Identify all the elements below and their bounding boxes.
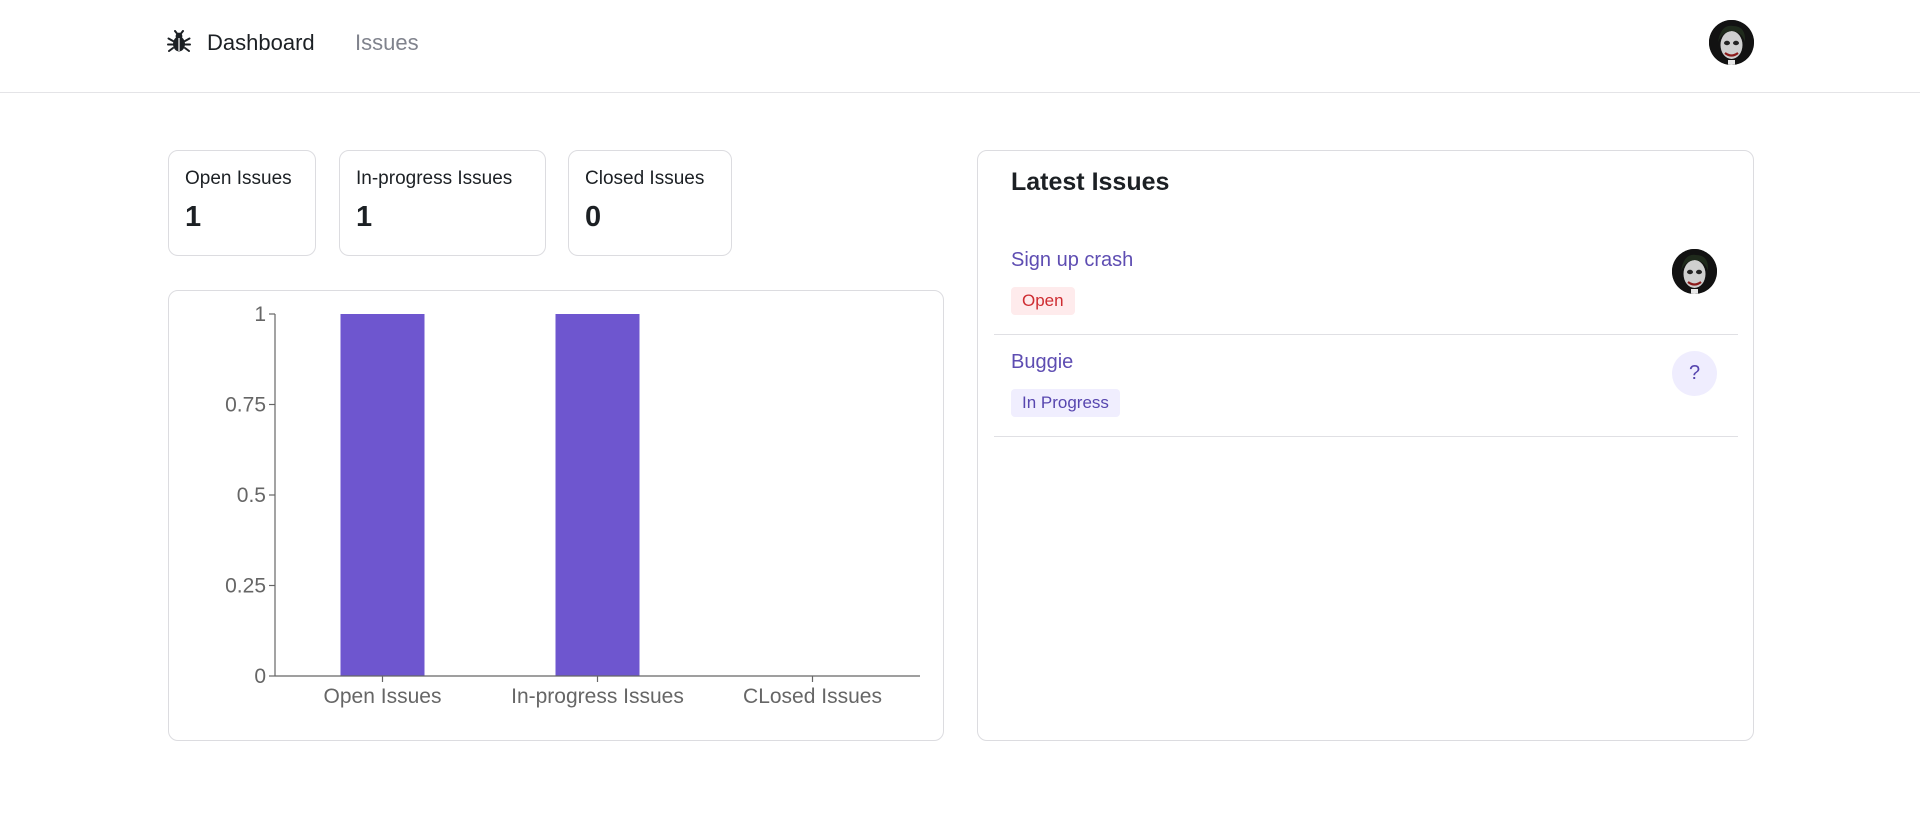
closed-issues-card[interactable]: Closed Issues 0 [568,150,732,256]
stat-value: 1 [356,201,373,233]
user-avatar[interactable] [1709,20,1754,65]
x-tick-label: CLosed Issues [743,685,882,708]
y-tick-label: 0.5 [237,484,266,507]
x-tick-label: In-progress Issues [511,685,684,708]
issue-bar-chart: 0 0.25 0.5 0.75 1 Open Issues In-progress Issu… [225,303,920,708]
stat-value: 0 [585,201,602,233]
in-progress-issues-card[interactable]: In-progress Issues 1 [339,150,546,256]
y-tick-label: 1 [254,303,266,326]
nav-issues-link[interactable]: Issues [355,28,419,58]
avatar-image [1709,20,1754,65]
issue-chart-card: 0 0.25 0.5 0.75 1 Open Issues In-progress Issu… [168,290,944,741]
bug-icon [167,30,191,52]
latest-issues-title: Latest Issues [1011,168,1170,196]
stat-label: Closed Issues [585,168,705,189]
stat-value: 1 [185,201,202,233]
navbar: Dashboard Issues [0,0,1920,93]
issue-row: Sign up crash Open [994,233,1738,335]
y-tick-label: 0.75 [225,394,266,417]
avatar-image [1672,249,1717,294]
chart-bar [340,314,425,676]
y-tick-label: 0.25 [225,575,266,598]
stat-label: Open Issues [185,168,292,189]
assignee-avatar [1672,249,1717,294]
nav-dashboard-link[interactable]: Dashboard [207,28,315,58]
status-badge: In Progress [1011,389,1120,417]
y-tick-label: 0 [254,665,266,688]
issue-link[interactable]: Sign up crash [1011,249,1133,272]
latest-issues-card: Latest Issues Sign up crash Open Buggie … [977,150,1754,741]
open-issues-card[interactable]: Open Issues 1 [168,150,316,256]
issue-row: Buggie In Progress ? [994,335,1738,437]
issue-link[interactable]: Buggie [1011,351,1073,374]
assignee-avatar-fallback: ? [1672,351,1717,396]
x-tick-label: Open Issues [324,685,442,708]
status-badge: Open [1011,287,1075,315]
stat-label: In-progress Issues [356,168,513,189]
chart-bar [555,314,640,676]
